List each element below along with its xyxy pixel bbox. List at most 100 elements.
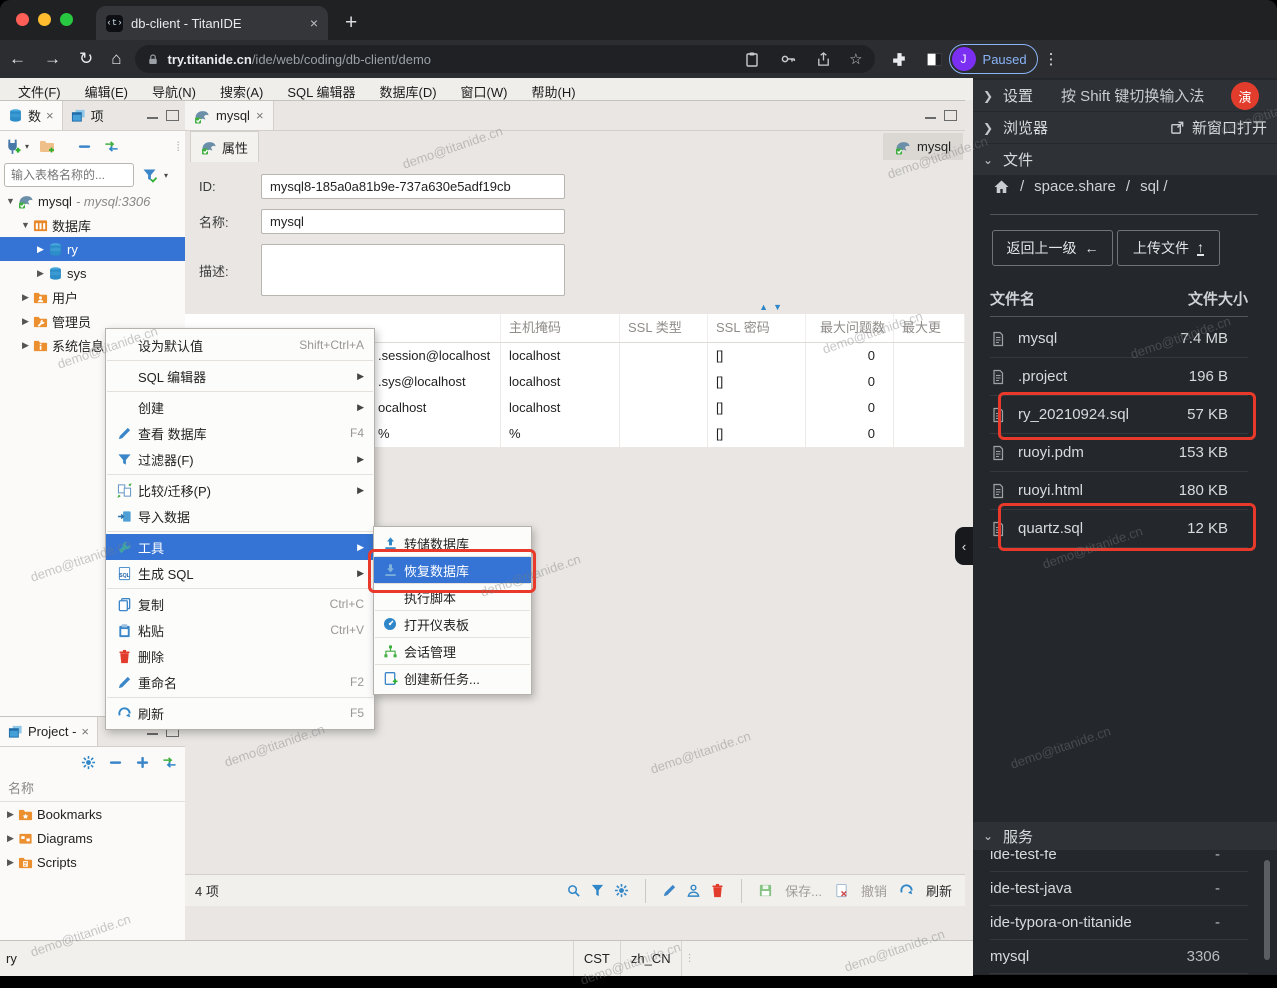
grid-cell[interactable]: 0 [806, 343, 894, 369]
grid-header-3[interactable]: SSL 类型 [620, 314, 708, 342]
menu-item-粘贴[interactable]: 粘贴 Ctrl+V [106, 617, 374, 643]
twisty-icon[interactable]: ▶ [19, 316, 32, 327]
twisty-icon[interactable]: ▶ [19, 340, 32, 351]
panel-maximize-icon[interactable] [944, 110, 957, 121]
breadcrumb-segment[interactable]: sql / [1140, 178, 1168, 195]
menu-item-导入数据[interactable]: 导入数据 [106, 503, 374, 529]
tab-close-icon[interactable]: × [256, 108, 264, 123]
menu-item-创建[interactable]: 创建 ▶ [106, 394, 374, 420]
open-new-window-button[interactable]: 新窗口打开 [1170, 117, 1267, 138]
tab-database-navigator[interactable]: 数 × [0, 101, 63, 130]
project-item-Diagrams[interactable]: ▶ Diagrams [0, 826, 185, 850]
tree-item-数据库[interactable]: ▼ 数据库 [0, 213, 185, 237]
grid-cell[interactable]: localhost [501, 395, 620, 421]
edit-pencil-icon[interactable] [662, 883, 677, 898]
twisty-icon[interactable]: ▼ [19, 220, 32, 230]
menu-item-查看 数据库[interactable]: 查看 数据库 F4 [106, 420, 374, 446]
extensions-puzzle-icon[interactable] [891, 51, 908, 68]
tab-close-icon[interactable]: × [46, 108, 54, 123]
twisty-icon[interactable]: ▶ [4, 857, 17, 868]
menu-item-复制[interactable]: 复制 Ctrl+C [106, 591, 374, 617]
grid-filter-icon[interactable] [590, 883, 605, 898]
menubar-item[interactable]: 编辑(E) [73, 82, 140, 101]
file-row-ry_20210924.sql[interactable]: ry_20210924.sql 57 KB [990, 396, 1248, 434]
submenu-item-创建新任务...[interactable]: 创建新任务... [374, 665, 531, 691]
submenu-item-会话管理[interactable]: 会话管理 [374, 638, 531, 664]
grid-cell[interactable]: localhost [501, 343, 620, 369]
tab-project[interactable]: Project - × [0, 717, 98, 746]
panel-maximize-icon[interactable] [166, 110, 179, 121]
submenu-item-恢复数据库[interactable]: 恢复数据库 [374, 557, 531, 583]
twisty-icon[interactable]: ▶ [19, 292, 32, 303]
back-icon[interactable]: ← [9, 49, 26, 69]
table-filter-input[interactable] [4, 163, 134, 187]
grid-cell[interactable]: % [501, 421, 620, 447]
tab-projects[interactable]: 项 [63, 101, 112, 130]
home-icon[interactable]: ⌂ [111, 49, 121, 69]
revert-button[interactable]: 撤销 [861, 881, 887, 900]
reload-icon[interactable]: ↻ [79, 49, 93, 69]
tab-close-icon[interactable]: × [81, 724, 89, 739]
grid-cell[interactable]: 0 [806, 369, 894, 395]
menubar-item[interactable]: 导航(N) [140, 82, 208, 101]
twisty-icon[interactable]: ▼ [4, 196, 17, 206]
side-panel-icon[interactable] [926, 51, 943, 68]
dropdown-icon[interactable]: ▾ [25, 142, 29, 151]
menu-item-比较/迁移(P)[interactable]: 比较/迁移(P) ▶ [106, 477, 374, 503]
menu-item-重命名[interactable]: 重命名 F2 [106, 669, 374, 695]
menu-item-SQL 编辑器[interactable]: SQL 编辑器 ▶ [106, 363, 374, 389]
go-up-button[interactable]: 返回上一级 ← [992, 230, 1113, 266]
refresh-button[interactable]: 刷新 [926, 881, 952, 900]
service-row-ide-typora-on-titanide[interactable]: ide-typora-on-titanide - [990, 906, 1248, 940]
sidebar-section-services[interactable]: ⌄ 服务 [973, 822, 1277, 850]
grid-header-2[interactable]: 主机掩码 [501, 314, 620, 342]
grid-header-4[interactable]: SSL 密码 [708, 314, 806, 342]
new-folder-icon[interactable] [39, 138, 55, 154]
grid-header-6[interactable]: 最大更 [894, 314, 965, 342]
grid-cell[interactable]: localhost [501, 369, 620, 395]
locale-cell[interactable]: zh_CN [619, 941, 682, 976]
panel-minimize-icon[interactable] [147, 115, 158, 119]
editor-tab-mysql[interactable]: mysql × [185, 101, 274, 130]
grid-settings-gear-icon[interactable] [614, 883, 629, 898]
browser-menu-icon[interactable]: ⋮ [1044, 50, 1059, 68]
menu-item-工具[interactable]: 工具 ▶ [106, 534, 374, 560]
project-item-Bookmarks[interactable]: ▶ Bookmarks [0, 802, 185, 826]
grid-cell[interactable] [620, 369, 708, 395]
grid-cell[interactable]: [] [708, 343, 806, 369]
profile-button[interactable]: J Paused [948, 44, 1038, 74]
filter-funnel-icon[interactable] [142, 167, 158, 183]
link-editor-icon[interactable] [162, 755, 177, 770]
panel-minimize-icon[interactable] [147, 731, 158, 735]
menu-item-设为默认值[interactable]: 设为默认值 Shift+Ctrl+A [106, 332, 374, 358]
tree-item-sys[interactable]: ▶ sys [0, 261, 185, 285]
menubar-item[interactable]: SQL 编辑器 [275, 82, 367, 101]
expand-all-icon[interactable] [135, 755, 150, 770]
submenu-item-打开仪表板[interactable]: 打开仪表板 [374, 611, 531, 637]
filter-dropdown-icon[interactable]: ▾ [164, 171, 168, 180]
grid-cell[interactable] [894, 343, 965, 369]
sidebar-scrollbar[interactable] [1264, 860, 1270, 960]
new-connection-icon[interactable] [4, 138, 21, 155]
sidebar-section-files[interactable]: ⌄ 文件 [973, 144, 1277, 175]
delete-trash-icon[interactable] [710, 883, 725, 898]
revert-icon[interactable] [834, 883, 849, 898]
grid-cell[interactable] [620, 343, 708, 369]
section-collapse-arrows[interactable]: ▲▼ [759, 302, 787, 312]
window-minimize-button[interactable] [38, 13, 51, 26]
grid-header-5[interactable]: 最大问题数 [806, 314, 894, 342]
collapse-all-icon[interactable] [77, 139, 92, 154]
breadcrumb-segment[interactable]: / [1126, 178, 1130, 195]
panel-minimize-icon[interactable] [925, 115, 936, 119]
service-row-ide-test-java[interactable]: ide-test-java - [990, 872, 1248, 906]
submenu-item-执行脚本[interactable]: 执行脚本 [374, 584, 531, 610]
menubar-item[interactable]: 搜索(A) [208, 82, 275, 101]
grid-cell[interactable]: 0 [806, 421, 894, 447]
grid-cell[interactable] [620, 421, 708, 447]
sidebar-collapse-flap[interactable]: ‹ [955, 527, 973, 565]
tab-close-icon[interactable]: × [310, 15, 318, 31]
timezone-cell[interactable]: CST [572, 941, 620, 976]
link-editor-icon[interactable] [104, 139, 119, 154]
sidebar-section-browser[interactable]: ❯ 浏览器 新窗口打开 [973, 112, 1277, 143]
file-row-ruoyi.html[interactable]: ruoyi.html 180 KB [990, 472, 1248, 510]
